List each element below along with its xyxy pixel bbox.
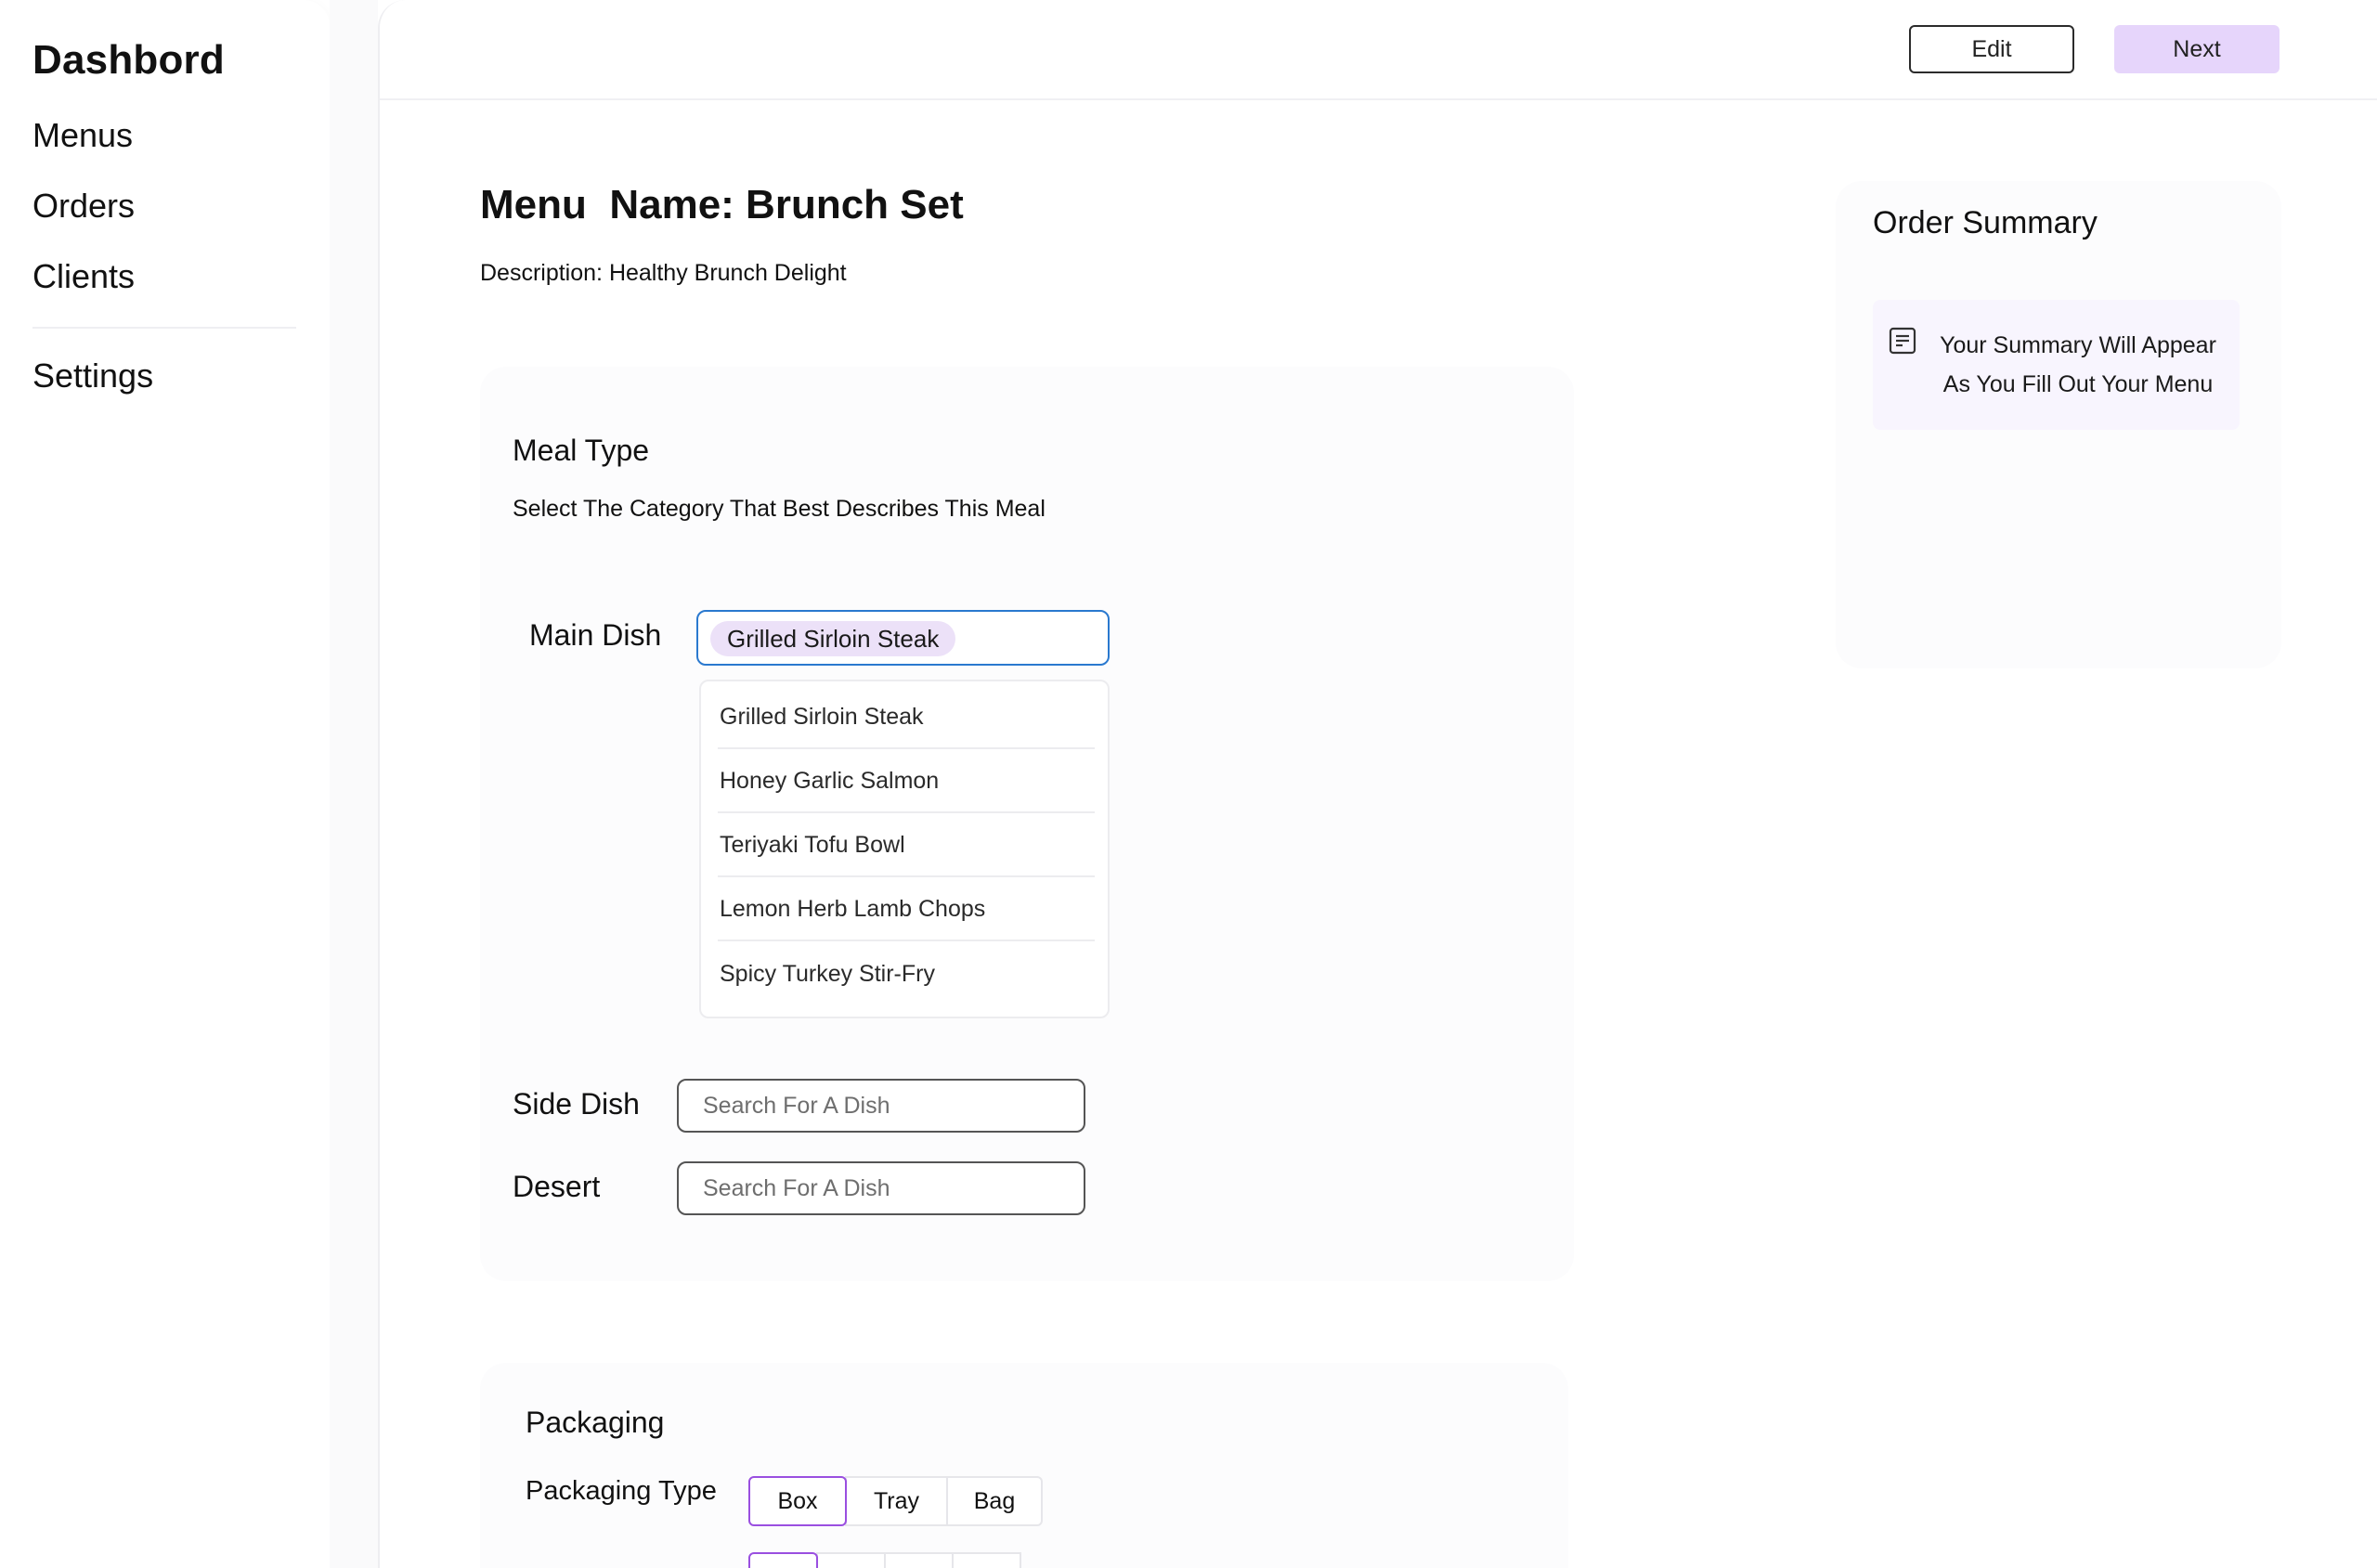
meal-type-subtitle: Select The Category That Best Describes … <box>513 496 1046 522</box>
side-dish-label: Side Dish <box>513 1087 640 1121</box>
page-title: Menu Name: Brunch Set <box>480 182 964 227</box>
sidebar: Dashbord Menus Orders Clients Settings <box>0 0 330 1568</box>
sidebar-item-clients[interactable]: Clients <box>32 257 135 296</box>
main-dish-label: Main Dish <box>529 618 662 652</box>
layout-gutter <box>330 0 378 1568</box>
sidebar-item-settings[interactable]: Settings <box>32 356 153 395</box>
desert-label: Desert <box>513 1170 601 1203</box>
next-button[interactable]: Next <box>2114 25 2280 73</box>
main-dish-input[interactable]: Grilled Sirloin Steak <box>696 610 1110 666</box>
order-summary-panel: Order Summary Your Summary Will Appear A… <box>1836 181 2281 668</box>
dropdown-option[interactable]: Teriyaki Tofu Bowl <box>718 814 1095 877</box>
packaging-option-tray[interactable]: Tray <box>845 1476 948 1526</box>
size-option[interactable] <box>748 1552 818 1568</box>
size-option[interactable] <box>884 1552 954 1568</box>
edit-button[interactable]: Edit <box>1909 25 2074 73</box>
dropdown-option[interactable]: Grilled Sirloin Steak <box>718 686 1095 749</box>
sidebar-item-orders[interactable]: Orders <box>32 187 135 226</box>
packaging-type-selector: Box Tray Bag <box>748 1476 1043 1526</box>
top-bar: Edit Next <box>380 0 2377 100</box>
summary-empty-text: Your Summary Will Appear As You Fill Out… <box>1940 332 2216 397</box>
dropdown-option[interactable]: Honey Garlic Salmon <box>718 750 1095 813</box>
meal-type-card: Meal Type Select The Category That Best … <box>480 367 1574 1281</box>
size-selector <box>748 1552 1021 1568</box>
packaging-title: Packaging <box>526 1406 665 1439</box>
packaging-option-box[interactable]: Box <box>748 1476 847 1526</box>
menu-description: Description: Healthy Brunch Delight <box>480 260 847 286</box>
side-dish-search-input[interactable] <box>677 1079 1085 1133</box>
main-dish-dropdown: Grilled Sirloin Steak Honey Garlic Salmo… <box>699 680 1110 1018</box>
packaging-type-label: Packaging Type <box>526 1476 717 1506</box>
desert-search-input[interactable] <box>677 1161 1085 1215</box>
meal-type-title: Meal Type <box>513 434 650 467</box>
brand-title: Dashbord <box>32 37 225 83</box>
packaging-card: Packaging Packaging Type Box Tray Bag <box>480 1363 1568 1568</box>
order-summary-title: Order Summary <box>1873 205 2098 240</box>
packaging-option-bag[interactable]: Bag <box>946 1476 1043 1526</box>
dropdown-option[interactable]: Lemon Herb Lamb Chops <box>718 878 1095 941</box>
main-panel: Edit Next Menu Name: Brunch Set Descript… <box>378 0 2377 1568</box>
summary-placeholder: Your Summary Will Appear As You Fill Out… <box>1873 300 2240 430</box>
dropdown-option[interactable]: Spicy Turkey Stir-Fry <box>718 942 1095 1005</box>
size-option[interactable] <box>816 1552 886 1568</box>
sidebar-divider <box>32 327 296 329</box>
note-icon <box>1889 327 1916 355</box>
selected-dish-chip[interactable]: Grilled Sirloin Steak <box>710 621 956 656</box>
sidebar-item-menus[interactable]: Menus <box>32 116 133 155</box>
size-option[interactable] <box>952 1552 1021 1568</box>
